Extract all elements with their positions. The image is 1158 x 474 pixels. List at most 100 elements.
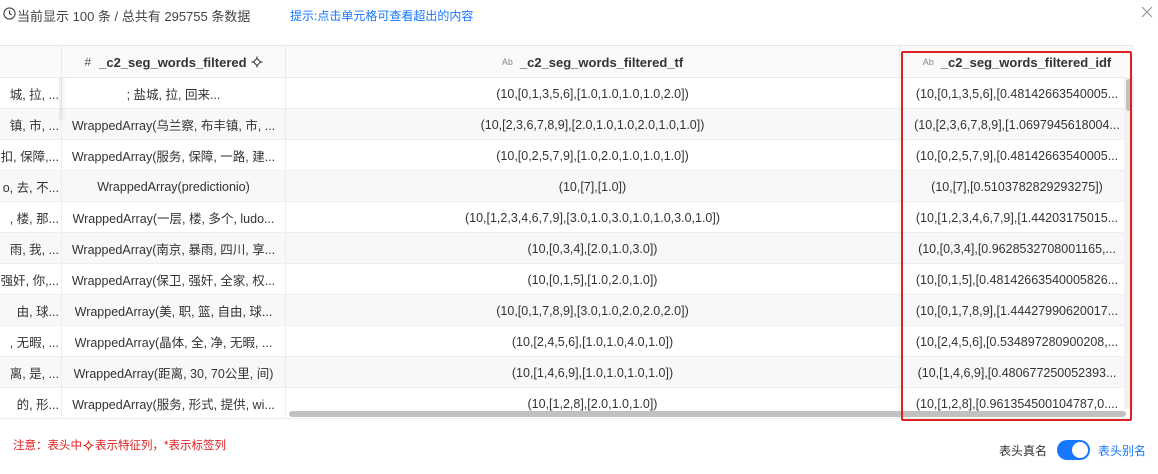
table-cell[interactable]: WrappedArray(美, 职, 篮, 自由, 球... [62, 295, 286, 326]
frozen-column-shadow [59, 78, 66, 120]
table-cell[interactable]: , 楼, 那... [0, 202, 62, 233]
cell-text: (10,[0,3,4],[0.9628532708001165,... [918, 241, 1116, 256]
table-cell[interactable]: 雨, 我, ... [0, 233, 62, 264]
vertical-scrollbar[interactable] [1124, 77, 1134, 409]
table-cell[interactable]: WrappedArray(乌兰察, 布丰镇, 市, ... [62, 109, 286, 140]
cell-text: (10,[0,2,5,7,9],[0.48142663540005... [915, 148, 1119, 163]
table-cell[interactable]: (10,[0,1,3,5,6],[1.0,1.0,1.0,1.0,2.0]) [286, 78, 900, 109]
table-cell[interactable]: WrappedArray(南京, 暴雨, 四川, 享... [62, 233, 286, 264]
footer-note: 注意：表头中 表示特征列，*表示标签列 [13, 437, 226, 453]
cell-text: ; 盐城, 拉, 回来... [126, 88, 221, 102]
horizontal-scroll-thumb[interactable] [289, 411, 1126, 417]
table-cell[interactable]: (10,[7],[1.0]) [286, 171, 900, 202]
table-cell[interactable]: (10,[0,2,5,7,9],[0.48142663540005... [900, 140, 1134, 171]
cell-text: WrappedArray(距离, 30, 70公里, 间) [73, 367, 274, 381]
table-cell[interactable]: (10,[2,4,5,6],[0.534897280900208,... [900, 326, 1134, 357]
table-cell[interactable]: (10,[0,1,3,5,6],[0.48142663540005... [900, 78, 1134, 109]
header-alias-toggle[interactable] [1057, 440, 1091, 460]
table-cell[interactable]: (10,[0,2,5,7,9],[1.0,2.0,1.0,1.0,1.0]) [286, 140, 900, 171]
cell-text: , 楼, 那... [9, 212, 59, 226]
table-cell[interactable]: (10,[0,1,7,8,9],[3.0,1.0,2.0,2.0,2.0]) [286, 295, 900, 326]
cell-text: o, 去, 不... [2, 181, 59, 195]
cell-text: 离, 是, ... [9, 367, 59, 381]
toggle-left-label: 表头真名 [999, 443, 1048, 458]
cell-text: (10,[2,4,5,6],[1.0,1.0,4.0,1.0]) [511, 334, 674, 349]
table-cell[interactable]: WrappedArray(距离, 30, 70公里, 间) [62, 357, 286, 388]
table-row: 扣, 保障,... WrappedArray(服务, 保障, 一路, 建... (1… [0, 140, 1134, 171]
cell-text: WrappedArray(晶体, 全, 净, 无暇, ... [74, 336, 273, 350]
table-cell[interactable]: (10,[7],[0.5103782829293275]) [900, 171, 1134, 202]
table-cell[interactable]: , 无暇, ... [0, 326, 62, 357]
toggle-right-label[interactable]: 表头别名 [1098, 442, 1146, 459]
table-cell[interactable]: WrappedArray(predictionio) [62, 171, 286, 202]
table-cell[interactable]: (10,[0,1,5],[0.48142663540005826... [900, 264, 1134, 295]
table-row: 城, 拉, ... ; 盐城, 拉, 回来... (10,[0,1,3,5,6],[… [0, 78, 1134, 109]
table-cell[interactable]: 镇, 市, ... [0, 109, 62, 140]
cell-text: WrappedArray(predictionio) [97, 179, 250, 194]
feature-column-icon [251, 56, 263, 68]
header-col-0[interactable] [0, 46, 62, 78]
table-cell[interactable]: (10,[2,4,5,6],[1.0,1.0,4.0,1.0]) [286, 326, 900, 357]
table-row: 由, 球... WrappedArray(美, 职, 篮, 自由, 球... (10… [0, 295, 1134, 326]
table-cell[interactable]: (10,[2,3,6,7,8,9],[1.0697945618004... [900, 109, 1134, 140]
table-cell[interactable]: 由, 球... [0, 295, 62, 326]
cell-text: (10,[1,2,3,4,6,7,9],[1.44203175015... [915, 210, 1119, 225]
cell-text: (10,[1,4,6,9],[0.480677250052393... [917, 365, 1117, 380]
cell-text: 城, 拉, ... [9, 88, 59, 102]
table-header: # _c2_seg_words_filtered Ab _c2_seg_word… [0, 46, 1134, 78]
cell-text: (10,[0,1,3,5,6],[1.0,1.0,1.0,1.0,2.0]) [496, 86, 689, 101]
table-cell[interactable]: 扣, 保障,... [0, 140, 62, 171]
table-cell[interactable]: 城, 拉, ... [0, 78, 62, 109]
table-row: , 楼, 那... WrappedArray(一层, 楼, 多个, ludo...… [0, 202, 1134, 233]
table-cell[interactable]: (10,[0,1,7,8,9],[1.44427990620017... [900, 295, 1134, 326]
cell-text: (10,[7],[1.0]) [558, 179, 627, 194]
table-cell[interactable]: (10,[1,2,3,4,6,7,9],[3.0,1.0,3.0,1.0,1.0… [286, 202, 900, 233]
header-name-toggle-area: 表头真名 表头别名 [999, 440, 1146, 460]
table-cell[interactable]: 离, 是, ... [0, 357, 62, 388]
feature-column-icon [83, 439, 94, 451]
string-type-icon: Ab [501, 57, 513, 67]
cell-text: (10,[0,1,7,8,9],[3.0,1.0,2.0,2.0,2.0]) [496, 303, 689, 318]
table-cell[interactable]: (10,[1,2,3,4,6,7,9],[1.44203175015... [900, 202, 1134, 233]
table-cell[interactable]: o, 去, 不... [0, 171, 62, 202]
table-cell[interactable]: WrappedArray(晶体, 全, 净, 无暇, ... [62, 326, 286, 357]
table-cell[interactable]: (10,[0,3,4],[0.9628532708001165,... [900, 233, 1134, 264]
table-row: 强奸, 你,... WrappedArray(保卫, 强奸, 全家, 权... (1… [0, 264, 1134, 295]
table-cell[interactable]: (10,[1,4,6,9],[0.480677250052393... [900, 357, 1134, 388]
cell-text: 镇, 市, ... [9, 119, 59, 133]
table-row: 离, 是, ... WrappedArray(距离, 30, 70公里, 间) (1… [0, 357, 1134, 388]
header-col-seg-words-filtered[interactable]: # _c2_seg_words_filtered [62, 46, 286, 78]
record-count-text: 当前显示 100 条 / 总共有 295755 条数据 [17, 9, 251, 24]
note-prefix: 注意：表头中 [13, 440, 82, 452]
header-label: _c2_seg_words_filtered_tf [519, 54, 684, 70]
table-row: o, 去, 不... WrappedArray(predictionio) (10,… [0, 171, 1134, 202]
table-row: , 无暇, ... WrappedArray(晶体, 全, 净, 无暇, ... (… [0, 326, 1134, 357]
table-cell[interactable]: (10,[0,3,4],[2.0,1.0,3.0]) [286, 233, 900, 264]
header-col-seg-words-filtered-tf[interactable]: Ab _c2_seg_words_filtered_tf [286, 46, 900, 78]
table-cell[interactable]: ; 盐城, 拉, 回来... [62, 78, 286, 109]
toggle-knob [1072, 442, 1089, 458]
vertical-scroll-thumb[interactable] [1126, 79, 1132, 111]
cell-text: (10,[2,4,5,6],[0.534897280900208,... [915, 334, 1119, 349]
header-col-seg-words-filtered-idf[interactable]: Ab _c2_seg_words_filtered_idf [900, 46, 1134, 78]
cell-text: (10,[2,3,6,7,8,9],[2.0,1.0,1.0,2.0,1.0,1… [480, 117, 705, 132]
header-label: _c2_seg_words_filtered [99, 54, 247, 70]
horizontal-scrollbar[interactable] [0, 409, 1134, 419]
cell-text: 扣, 保障,... [0, 150, 59, 164]
table-cell[interactable]: WrappedArray(服务, 保障, 一路, 建... [62, 140, 286, 171]
table-cell[interactable]: 强奸, 你,... [0, 264, 62, 295]
close-icon[interactable] [1140, 5, 1154, 19]
header-label: _c2_seg_words_filtered_idf [940, 54, 1112, 70]
table-cell[interactable]: WrappedArray(一层, 楼, 多个, ludo... [62, 202, 286, 233]
top-info-bar: 当前显示 100 条 / 总共有 295755 条数据 提示:点击单元格可查看超… [0, 0, 1158, 30]
table-cell[interactable]: WrappedArray(保卫, 强奸, 全家, 权... [62, 264, 286, 295]
cell-text: WrappedArray(保卫, 强奸, 全家, 权... [71, 274, 276, 288]
table-cell[interactable]: (10,[1,4,6,9],[1.0,1.0,1.0,1.0]) [286, 357, 900, 388]
cell-text: WrappedArray(乌兰察, 布丰镇, 市, ... [71, 119, 276, 133]
table-row: 镇, 市, ... WrappedArray(乌兰察, 布丰镇, 市, ... (1… [0, 109, 1134, 140]
cell-text: WrappedArray(南京, 暴雨, 四川, 享... [71, 243, 276, 257]
cell-text: (10,[1,2,3,4,6,7,9],[3.0,1.0,3.0,1.0,1.0… [464, 210, 721, 225]
table-cell[interactable]: (10,[2,3,6,7,8,9],[2.0,1.0,1.0,2.0,1.0,1… [286, 109, 900, 140]
cell-text: WrappedArray(服务, 保障, 一路, 建... [71, 150, 276, 164]
table-cell[interactable]: (10,[0,1,5],[1.0,2.0,1.0]) [286, 264, 900, 295]
